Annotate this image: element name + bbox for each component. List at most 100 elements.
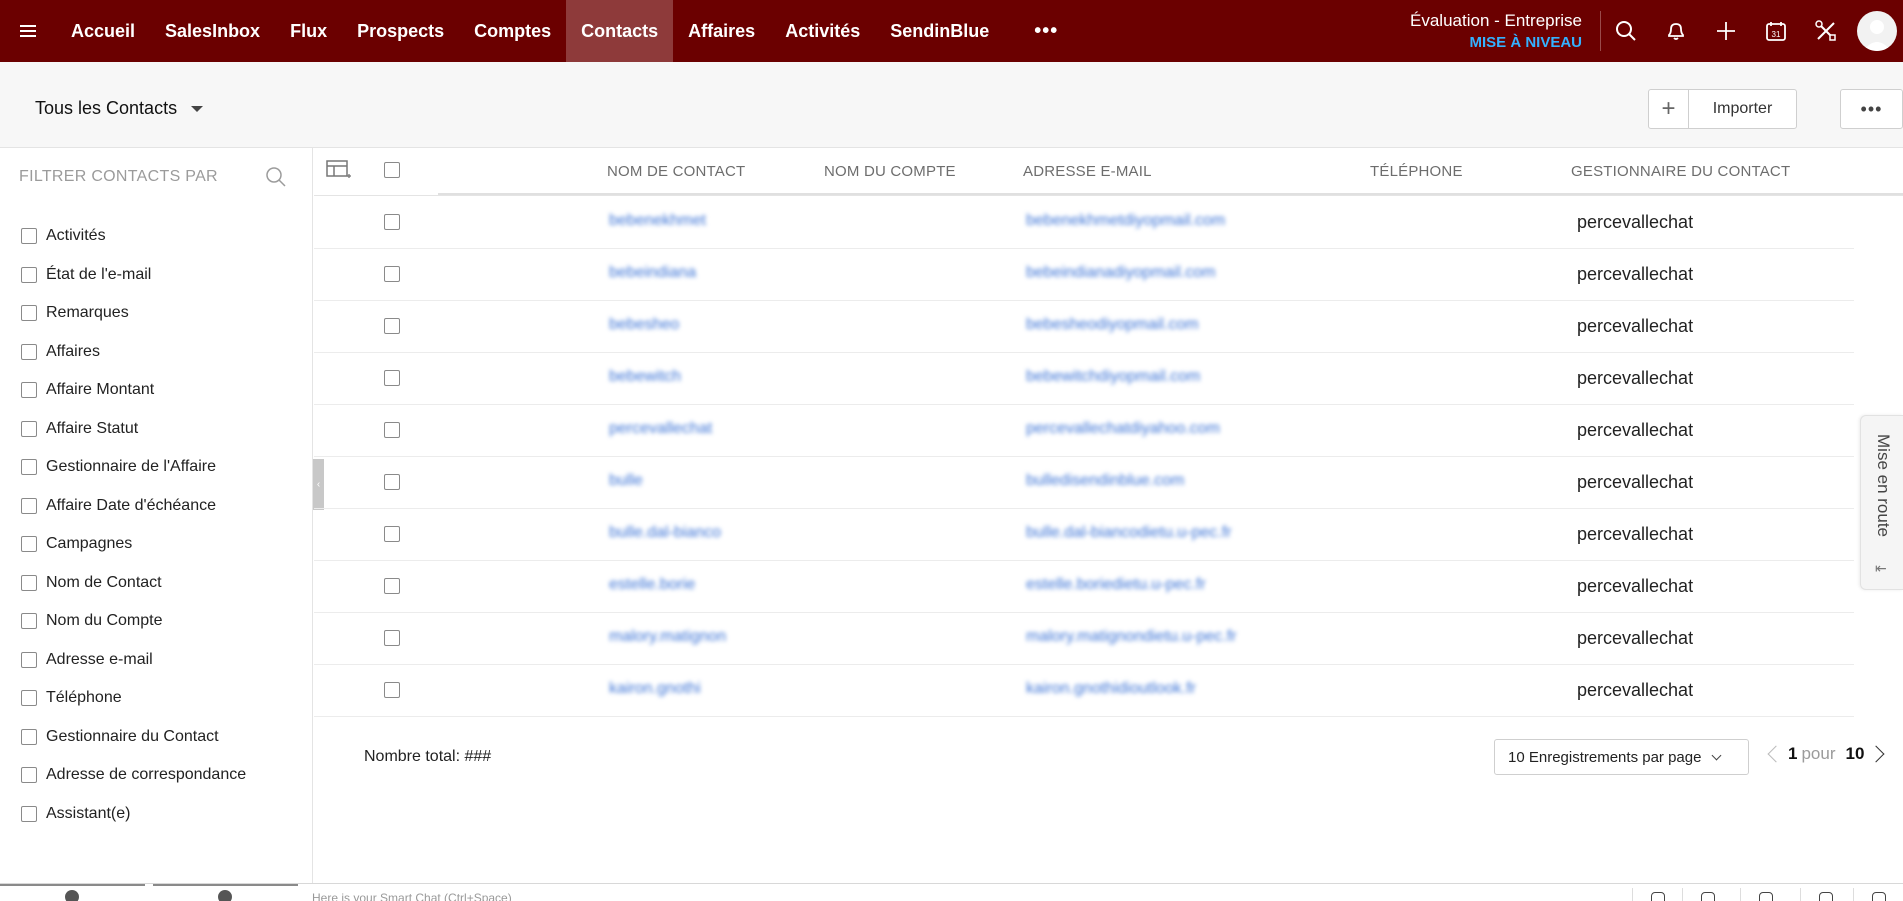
nav-item-prospects[interactable]: Prospects xyxy=(342,0,459,62)
records-per-page-select[interactable]: 10 Enregistrements par page xyxy=(1494,739,1749,775)
nav-item-sendinblue[interactable]: SendinBlue xyxy=(875,0,1004,62)
column-header-account-name[interactable]: NOM DU COMPTE xyxy=(824,163,956,180)
email-link[interactable]: bebewitchdiyopmail.com xyxy=(1026,368,1200,386)
email-link[interactable]: malory.matignondietu.u-pec.fr xyxy=(1026,628,1236,646)
filter-checkbox[interactable] xyxy=(21,420,37,437)
contact-name-link[interactable]: estelle.borie xyxy=(609,576,695,594)
email-link[interactable]: bebenekhmetdiyopmail.com xyxy=(1026,212,1225,230)
more-actions-button[interactable]: ••• xyxy=(1840,89,1903,129)
filter-checkbox[interactable] xyxy=(21,343,37,360)
chats-tab[interactable] xyxy=(0,884,145,886)
filter-item[interactable]: État de l'e-mail xyxy=(21,256,246,295)
calendar-icon[interactable]: 31 xyxy=(1751,0,1801,62)
filter-checkbox[interactable] xyxy=(21,266,37,283)
filter-item[interactable]: Affaire Date d'échéance xyxy=(21,487,246,526)
search-icon[interactable] xyxy=(1601,0,1651,62)
table-row[interactable]: bebenekhmet bebenekhmetdiyopmail.com per… xyxy=(314,197,1854,249)
table-row[interactable]: bebewitch bebewitchdiyopmail.com perceva… xyxy=(314,353,1854,405)
filter-item[interactable]: Gestionnaire du Contact xyxy=(21,718,246,757)
create-contact-button[interactable]: + xyxy=(1649,90,1689,128)
table-row[interactable]: bulle bulledisendinblue.com percevallech… xyxy=(314,457,1854,509)
filter-item[interactable]: Adresse de correspondance xyxy=(21,756,246,795)
row-checkbox[interactable] xyxy=(384,266,400,282)
nav-item-contacts[interactable]: Contacts xyxy=(566,0,674,62)
email-link[interactable]: percevallechatdiyahoo.com xyxy=(1026,420,1220,438)
contact-name-link[interactable]: bebenekhmet xyxy=(609,212,706,230)
getting-started-tab[interactable]: Mise en route ⇤ xyxy=(1860,415,1903,590)
filter-item[interactable]: Adresse e-mail xyxy=(21,641,246,680)
plus-icon[interactable] xyxy=(1701,0,1751,62)
row-checkbox[interactable] xyxy=(384,526,400,542)
filter-checkbox[interactable] xyxy=(21,728,37,745)
table-row[interactable]: bulle.dal-bianco bulle.dal-biancodietu.u… xyxy=(314,509,1854,561)
email-link[interactable]: bulle.dal-biancodietu.u-pec.fr xyxy=(1026,524,1231,542)
column-header-owner[interactable]: GESTIONNAIRE DU CONTACT xyxy=(1571,163,1790,180)
bell-icon[interactable] xyxy=(1651,0,1701,62)
hand-icon[interactable] xyxy=(1682,888,1732,901)
history-icon[interactable] xyxy=(1853,888,1903,901)
upgrade-link[interactable]: MISE À NIVEAU xyxy=(1410,34,1582,51)
tools-icon[interactable] xyxy=(1801,0,1851,62)
column-settings-icon[interactable] xyxy=(326,159,352,186)
smart-chat-input[interactable]: Here is your Smart Chat (Ctrl+Space) xyxy=(312,891,512,901)
contact-name-link[interactable]: bebewitch xyxy=(609,368,681,386)
nav-item-salesinbox[interactable]: SalesInbox xyxy=(150,0,275,62)
filter-checkbox[interactable] xyxy=(21,459,37,476)
filter-checkbox[interactable] xyxy=(21,536,37,553)
column-header-phone[interactable]: TÉLÉPHONE xyxy=(1370,163,1463,180)
filter-checkbox[interactable] xyxy=(21,767,37,784)
row-checkbox[interactable] xyxy=(384,474,400,490)
email-link[interactable]: bebesheodiyopmail.com xyxy=(1026,316,1199,334)
column-header-email[interactable]: ADRESSE E-MAIL xyxy=(1023,163,1152,180)
column-header-contact-name[interactable]: NOM DE CONTACT xyxy=(607,163,745,180)
bot-icon[interactable] xyxy=(1632,888,1682,901)
filter-item[interactable]: Téléphone xyxy=(21,679,246,718)
filter-checkbox[interactable] xyxy=(21,690,37,707)
row-checkbox[interactable] xyxy=(384,318,400,334)
previous-page-icon[interactable] xyxy=(1767,745,1785,763)
nav-item-flux[interactable]: Flux xyxy=(275,0,342,62)
filter-item[interactable]: Nom de Contact xyxy=(21,564,246,603)
filter-item[interactable]: Activités xyxy=(21,217,246,256)
import-button[interactable]: Importer xyxy=(1689,90,1796,128)
filter-item[interactable]: Gestionnaire de l'Affaire xyxy=(21,448,246,487)
table-row[interactable]: percevallechat percevallechatdiyahoo.com… xyxy=(314,405,1854,457)
contact-name-link[interactable]: bulle xyxy=(609,472,643,490)
row-checkbox[interactable] xyxy=(384,630,400,646)
filter-checkbox[interactable] xyxy=(21,574,37,591)
filter-checkbox[interactable] xyxy=(21,228,37,245)
filter-checkbox[interactable] xyxy=(21,613,37,630)
filter-search-icon[interactable] xyxy=(265,166,287,193)
row-checkbox[interactable] xyxy=(384,682,400,698)
filter-checkbox[interactable] xyxy=(21,497,37,514)
table-row[interactable]: malory.matignon malory.matignondietu.u-p… xyxy=(314,613,1854,665)
table-row[interactable]: bebeindiana bebeindianadiyopmail.com per… xyxy=(314,249,1854,301)
email-link[interactable]: bebeindianadiyopmail.com xyxy=(1026,264,1215,282)
filter-item[interactable]: Remarques xyxy=(21,294,246,333)
table-row[interactable]: estelle.borie estelle.boriedietu.u-pec.f… xyxy=(314,561,1854,613)
email-link[interactable]: estelle.boriedietu.u-pec.fr xyxy=(1026,576,1206,594)
filter-item[interactable]: Nom du Compte xyxy=(21,602,246,641)
select-all-checkbox[interactable] xyxy=(384,162,400,178)
filter-item[interactable]: Campagnes xyxy=(21,525,246,564)
nav-item-activites[interactable]: Activités xyxy=(770,0,875,62)
filter-item[interactable]: Affaire Statut xyxy=(21,410,246,449)
nav-item-accueil[interactable]: Accueil xyxy=(56,0,150,62)
row-checkbox[interactable] xyxy=(384,214,400,230)
table-row[interactable]: kairon.gnothi kairon.gnothidioutlook.fr … xyxy=(314,665,1854,717)
nav-item-affaires[interactable]: Affaires xyxy=(673,0,770,62)
contact-name-link[interactable]: percevallechat xyxy=(609,420,712,438)
row-checkbox[interactable] xyxy=(384,370,400,386)
nav-item-comptes[interactable]: Comptes xyxy=(459,0,566,62)
contacts-tab[interactable] xyxy=(153,884,298,886)
nav-more-button[interactable]: ••• xyxy=(1004,20,1088,43)
filter-checkbox[interactable] xyxy=(21,805,37,822)
view-selector[interactable]: Tous les Contacts xyxy=(35,98,204,119)
filter-item[interactable]: Affaire Montant xyxy=(21,371,246,410)
filter-item[interactable]: Affaires xyxy=(21,333,246,372)
filter-checkbox[interactable] xyxy=(21,305,37,322)
people-icon[interactable] xyxy=(1740,888,1790,901)
alarm-icon[interactable] xyxy=(1800,888,1850,901)
row-checkbox[interactable] xyxy=(384,422,400,438)
hamburger-menu-icon[interactable] xyxy=(0,0,56,62)
